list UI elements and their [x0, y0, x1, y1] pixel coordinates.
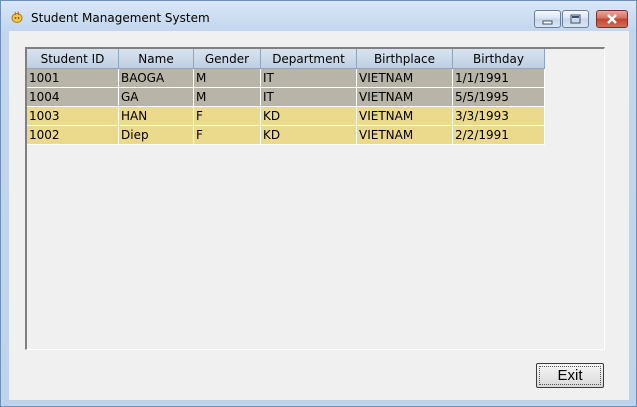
cell-department[interactable]: KD	[260, 106, 357, 126]
close-button[interactable]	[596, 10, 628, 28]
table-scroll-pane[interactable]: Student ID Name Gender Department Birthp…	[25, 47, 605, 350]
title-bar[interactable]: Student Management System	[1, 1, 636, 32]
cell-department[interactable]: IT	[260, 87, 357, 107]
close-icon	[607, 14, 617, 24]
cell-birthplace[interactable]: VIETNAM	[356, 68, 453, 88]
cell-birthplace[interactable]: VIETNAM	[356, 87, 453, 107]
content-panel: Student ID Name Gender Department Birthp…	[9, 31, 629, 400]
cell-gender[interactable]: M	[193, 87, 261, 107]
cell-student-id[interactable]: 1001	[27, 68, 119, 88]
cell-gender[interactable]: F	[193, 106, 261, 126]
minimize-icon	[542, 20, 553, 25]
app-window: Student Management System Student ID Nam…	[0, 0, 637, 407]
cell-department[interactable]: KD	[260, 125, 357, 145]
cell-birthday[interactable]: 3/3/1993	[452, 106, 545, 126]
table-row[interactable]: 1001 BAOGA M IT VIETNAM 1/1/1991	[27, 68, 545, 88]
cell-birthplace[interactable]: VIETNAM	[356, 125, 453, 145]
table-row[interactable]: 1003 HAN F KD VIETNAM 3/3/1993	[27, 106, 545, 126]
cell-birthday[interactable]: 2/2/1991	[452, 125, 545, 145]
cell-name[interactable]: BAOGA	[118, 68, 194, 88]
cell-department[interactable]: IT	[260, 68, 357, 88]
student-table: Student ID Name Gender Department Birthp…	[27, 49, 545, 145]
minimize-button[interactable]	[534, 10, 561, 28]
cell-student-id[interactable]: 1003	[27, 106, 119, 126]
cell-name[interactable]: HAN	[118, 106, 194, 126]
table-row[interactable]: 1002 Diep F KD VIETNAM 2/2/1991	[27, 125, 545, 145]
cell-gender[interactable]: M	[193, 68, 261, 88]
table-header-row: Student ID Name Gender Department Birthp…	[27, 49, 545, 69]
column-header-student-id[interactable]: Student ID	[27, 49, 119, 69]
column-header-birthday[interactable]: Birthday	[452, 49, 545, 69]
java-cup-icon	[11, 11, 23, 23]
cell-birthplace[interactable]: VIETNAM	[356, 106, 453, 126]
cell-birthday[interactable]: 1/1/1991	[452, 68, 545, 88]
maximize-icon	[570, 14, 581, 24]
column-header-name[interactable]: Name	[118, 49, 194, 69]
cell-name[interactable]: Diep	[118, 125, 194, 145]
cell-student-id[interactable]: 1002	[27, 125, 119, 145]
column-header-birthplace[interactable]: Birthplace	[356, 49, 453, 69]
cell-student-id[interactable]: 1004	[27, 87, 119, 107]
cell-birthday[interactable]: 5/5/1995	[452, 87, 545, 107]
column-header-department[interactable]: Department	[260, 49, 357, 69]
cell-gender[interactable]: F	[193, 125, 261, 145]
maximize-button[interactable]	[562, 10, 589, 28]
cell-name[interactable]: GA	[118, 87, 194, 107]
exit-button[interactable]: Exit	[536, 363, 604, 388]
column-header-gender[interactable]: Gender	[193, 49, 261, 69]
table-row[interactable]: 1004 GA M IT VIETNAM 5/5/1995	[27, 87, 545, 107]
window-title: Student Management System	[31, 11, 210, 25]
